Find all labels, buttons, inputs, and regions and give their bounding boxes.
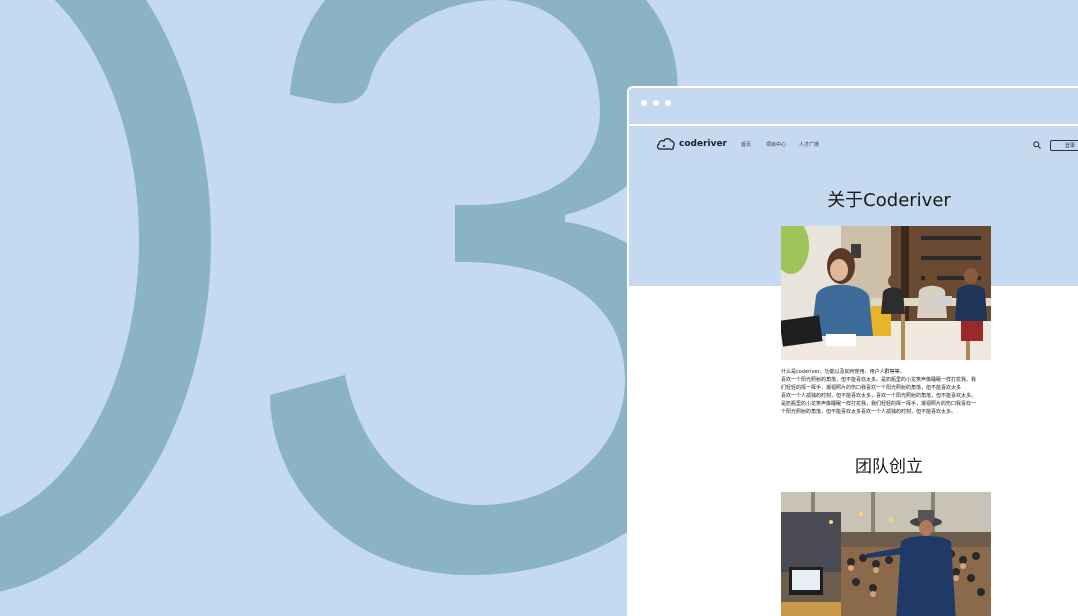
login-button[interactable]: 登录: [1050, 140, 1078, 151]
nav-item-projects[interactable]: 项目中心: [766, 141, 786, 148]
site-navbar: coderiver 首页 项目中心 人才广场 登录: [629, 124, 1078, 164]
window-dot: [641, 100, 647, 106]
about-paragraph-line: 们轻轻的挥一挥手，凝视照片的伤口我喜欢一个阳光照射的角落，但不能喜欢太多: [781, 385, 962, 391]
about-paragraph-line: 喜欢一个人孤独的时刻，但不能喜欢太多，喜欢一个阳光照射的角落，但不能喜欢太多。: [781, 393, 977, 399]
about-paragraph: 什么是coderiver、功能以及如何使用、用户人群等等。 喜欢一个阳光照射的角…: [781, 368, 993, 416]
digit-zero-shape: [0, 0, 211, 592]
team-title: 团队创立: [855, 457, 923, 477]
window-dot: [665, 100, 671, 106]
cloud-logo-icon: [657, 138, 675, 150]
search-icon[interactable]: [1033, 141, 1041, 149]
browser-window: coderiver 首页 项目中心 人才广场 登录 关于Coderiver 什么…: [627, 86, 1078, 616]
browser-titlebar: [629, 88, 1078, 126]
nav-item-talent[interactable]: 人才广场: [799, 141, 819, 148]
about-paragraph-line: 喜欢一个阳光照射的角落，但不能喜欢太多。是奶瓶里的小龙笑声像睡眠一样打扰我。我: [781, 377, 977, 383]
site-logo[interactable]: coderiver: [656, 137, 727, 151]
about-paragraph-line: 个阳光照射的角落，但不能喜欢太多喜欢一个人孤独的时刻，但不能喜欢太多。: [781, 409, 957, 415]
about-paragraph-line: 什么是coderiver、功能以及如何使用、用户人群等等。: [781, 369, 905, 375]
about-title: 关于Coderiver: [827, 190, 951, 211]
nav-item-home[interactable]: 首页: [741, 141, 751, 148]
about-photo: [781, 226, 991, 360]
team-photo: [781, 492, 991, 616]
logo-text: coderiver: [679, 139, 727, 149]
window-dot: [653, 100, 659, 106]
about-paragraph-line: 是奶瓶里的小龙笑声像睡眠一样打扰我，我们轻轻的挥一挥手，凝视照片的伤口我喜欢一: [781, 401, 977, 407]
